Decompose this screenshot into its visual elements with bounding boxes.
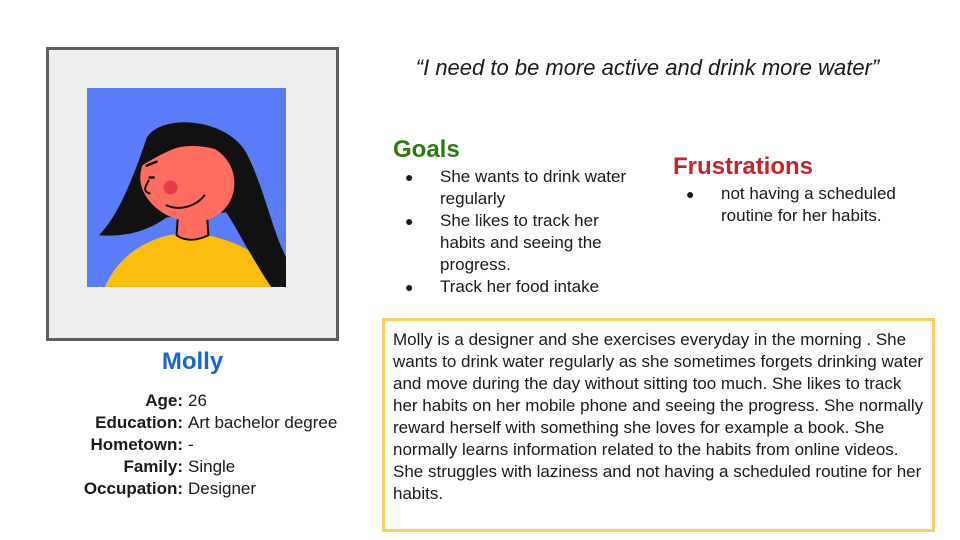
detail-row-family: Family: Single bbox=[40, 456, 337, 478]
detail-value: Designer bbox=[188, 479, 257, 498]
goal-item: ● She wants to drink water regularly bbox=[405, 166, 645, 210]
persona-photo-frame bbox=[46, 47, 339, 341]
goal-text: She likes to track her habits and seeing… bbox=[440, 211, 602, 274]
detail-label: Family: bbox=[123, 457, 183, 476]
detail-row-hometown: Hometown: - bbox=[40, 434, 337, 456]
frustrations-list: ● not having a scheduled routine for her… bbox=[686, 183, 941, 227]
bullet-icon: ● bbox=[686, 186, 695, 202]
frustrations-title: Frustrations bbox=[673, 153, 814, 180]
frustration-text: not having a scheduled routine for her h… bbox=[721, 184, 896, 225]
detail-row-age: Age: 26 bbox=[40, 390, 337, 412]
goals-title: Goals bbox=[393, 136, 460, 163]
detail-value: Art bachelor degree bbox=[188, 413, 338, 432]
detail-label: Occupation: bbox=[83, 479, 183, 498]
bullet-icon: ● bbox=[405, 169, 414, 185]
goal-item: ● Track her food intake bbox=[405, 276, 645, 298]
detail-value: Single bbox=[188, 457, 236, 476]
detail-value: 26 bbox=[188, 391, 207, 410]
persona-name: Molly bbox=[161, 348, 224, 375]
persona-details: Age: 26 Education: Art bachelor degree H… bbox=[40, 390, 338, 500]
detail-row-education: Education: Art bachelor degree bbox=[40, 412, 337, 434]
goal-text: Track her food intake bbox=[440, 277, 600, 296]
bullet-icon: ● bbox=[405, 279, 414, 295]
bullet-icon: ● bbox=[405, 213, 414, 229]
detail-label: Education: bbox=[95, 413, 183, 432]
detail-value: - bbox=[188, 435, 194, 454]
frustration-item: ● not having a scheduled routine for her… bbox=[686, 183, 941, 227]
avatar-cheek bbox=[163, 180, 178, 195]
goals-list: ● She wants to drink water regularly ● S… bbox=[405, 166, 645, 298]
goal-item: ● She likes to track her habits and seei… bbox=[405, 210, 645, 276]
detail-label: Hometown: bbox=[90, 435, 183, 454]
goal-text: She wants to drink water regularly bbox=[440, 167, 627, 208]
persona-avatar bbox=[87, 88, 286, 287]
detail-row-occupation: Occupation: Designer bbox=[40, 478, 337, 500]
persona-quote: “I need to be more active and drink more… bbox=[415, 55, 880, 80]
detail-label: Age: bbox=[145, 391, 183, 410]
persona-bio: Molly is a designer and she exercises ev… bbox=[382, 318, 935, 532]
